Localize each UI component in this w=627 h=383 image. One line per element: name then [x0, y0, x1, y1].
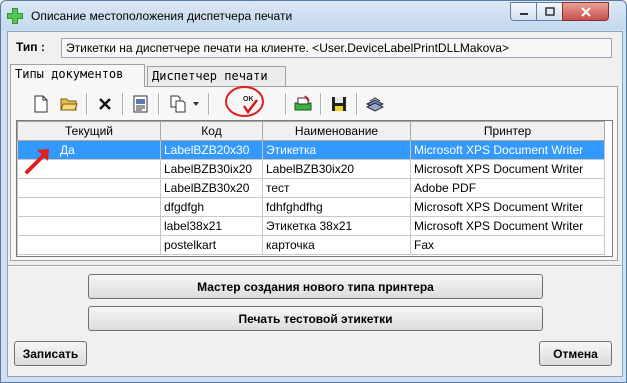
printer-stack-icon — [366, 97, 384, 112]
dialog-client-area: Тип : Этикетки на диспетчере печати на к… — [7, 31, 623, 377]
cell-code: LabelBZB20x30 — [160, 140, 263, 160]
cell-code: LabelBZB30x20 — [160, 178, 263, 198]
open-button[interactable] — [57, 92, 81, 116]
ok-glyph: OK — [243, 96, 254, 103]
maximize-button[interactable] — [536, 2, 563, 21]
column-header-name[interactable]: Наименование — [262, 121, 411, 141]
toolbar-separator — [86, 93, 88, 115]
cell-current — [17, 216, 161, 236]
new-button[interactable] — [29, 92, 53, 116]
copy-dropdown-button[interactable] — [191, 92, 201, 116]
toolbar-separator — [356, 93, 358, 115]
grid-header-row: Текущий Код Наименование Принтер — [17, 121, 605, 141]
properties-button[interactable] — [129, 92, 153, 116]
cell-code: LabelBZB30ix20 — [160, 159, 263, 179]
print-test-toolbar-button[interactable] — [291, 92, 315, 116]
cell-name: карточка — [262, 235, 411, 255]
app-plus-icon — [7, 8, 23, 24]
table-row[interactable]: postelkart карточка Fax — [17, 235, 605, 255]
cell-printer: Microsoft XPS Document Writer — [410, 216, 605, 236]
cell-code: label38x21 — [160, 216, 263, 236]
toolbar-separator — [208, 93, 210, 115]
maximize-icon — [544, 7, 555, 16]
toolbar-separator — [158, 93, 160, 115]
cell-name: тест — [262, 178, 411, 198]
type-label: Тип : — [16, 40, 45, 54]
print-test-label-button[interactable]: Печать тестовой этикетки — [88, 306, 543, 331]
toolbar-separator — [285, 93, 287, 115]
grid-table: Текущий Код Наименование Принтер Да Labe… — [17, 121, 605, 255]
tab-print-manager[interactable]: Диспетчер печати — [147, 66, 286, 86]
cell-printer: Microsoft XPS Document Writer — [410, 197, 605, 217]
copy-button[interactable] — [167, 92, 191, 116]
cell-code: postelkart — [160, 235, 263, 255]
type-field[interactable]: Этикетки на диспетчере печати на клиенте… — [61, 38, 612, 58]
cell-current — [17, 235, 161, 255]
new-document-icon — [34, 95, 48, 113]
cell-printer: Adobe PDF — [410, 178, 605, 198]
cell-name: Этикетка 38x21 — [262, 216, 411, 236]
tab-strip: Типы документов Диспетчер печати — [10, 64, 620, 87]
document-types-grid[interactable]: Текущий Код Наименование Принтер Да Labe… — [16, 120, 613, 257]
cell-name: LabelBZB30ix20 — [262, 159, 411, 179]
section-divider — [8, 265, 622, 267]
ok-check-icon: OK — [243, 96, 258, 115]
table-row[interactable]: dfgdfgh fdhfghdfhg Microsoft XPS Documen… — [17, 197, 605, 217]
cell-printer: Microsoft XPS Document Writer — [410, 159, 605, 179]
print-test-icon — [294, 95, 312, 111]
delete-icon — [99, 98, 111, 110]
window-title: Описание местоположения диспетчера печат… — [31, 9, 293, 23]
close-button[interactable] — [562, 2, 609, 21]
table-row[interactable]: Да LabelBZB20x30 Этикетка Microsoft XPS … — [17, 140, 605, 160]
set-current-ok-button[interactable]: OK — [238, 92, 262, 116]
cell-printer: Fax — [410, 235, 605, 255]
toolbar: OK — [15, 90, 613, 118]
table-row[interactable]: LabelBZB30x20 тест Adobe PDF — [17, 178, 605, 198]
toolbar-separator — [320, 93, 322, 115]
minimize-button[interactable] — [510, 2, 537, 21]
cell-current — [17, 159, 161, 179]
properties-icon — [133, 95, 148, 113]
save-button[interactable]: Записать — [14, 341, 87, 366]
cancel-button[interactable]: Отмена — [539, 341, 612, 366]
cell-code: dfgdfgh — [160, 197, 263, 217]
column-header-current[interactable]: Текущий — [17, 121, 161, 141]
cell-current — [17, 178, 161, 198]
save-icon — [332, 97, 346, 111]
cell-name: fdhfghdfhg — [262, 197, 411, 217]
minimize-icon — [519, 12, 528, 15]
toolbar-separator — [122, 93, 124, 115]
cell-name: Этикетка — [262, 140, 411, 160]
copy-document-icon — [170, 95, 186, 113]
close-icon — [580, 6, 591, 17]
delete-button[interactable] — [93, 92, 117, 116]
table-row[interactable]: label38x21 Этикетка 38x21 Microsoft XPS … — [17, 216, 605, 236]
cell-printer: Microsoft XPS Document Writer — [410, 140, 605, 160]
cell-current: Да — [17, 140, 161, 160]
title-bar[interactable]: Описание местоположения диспетчера печат… — [1, 1, 626, 30]
column-header-printer[interactable]: Принтер — [410, 121, 605, 141]
table-row[interactable]: LabelBZB30ix20 LabelBZB30ix20 Microsoft … — [17, 159, 605, 179]
cell-current — [17, 197, 161, 217]
open-folder-icon — [60, 98, 78, 111]
save-toolbar-button[interactable] — [327, 92, 351, 116]
column-header-code[interactable]: Код — [160, 121, 263, 141]
dialog-window: Описание местоположения диспетчера печат… — [0, 0, 627, 383]
printers-button[interactable] — [363, 92, 387, 116]
dropdown-arrow-icon — [193, 102, 199, 106]
document-types-panel: OK Текущий Код Наименование Принтер Да L… — [10, 86, 618, 261]
new-printer-type-wizard-button[interactable]: Мастер создания нового типа принтера — [88, 274, 543, 299]
tab-document-types[interactable]: Типы документов — [10, 64, 145, 87]
